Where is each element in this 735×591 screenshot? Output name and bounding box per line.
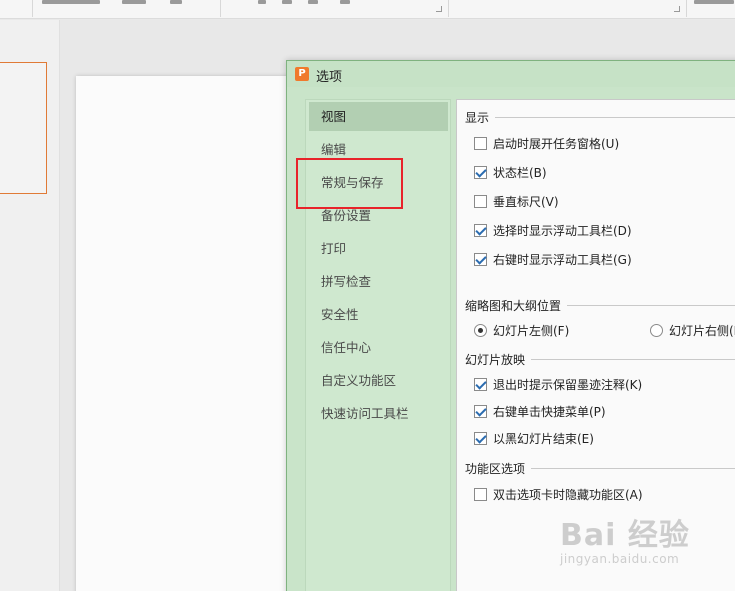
option-thumbnail-left[interactable]: 幻灯片左侧(F) [474,321,569,339]
checkbox-checked[interactable] [474,377,487,391]
option-label: 双击选项卡时隐藏功能区(A) [493,487,643,502]
nav-item-trust-center[interactable]: 信任中心 [309,333,448,362]
option-label: 启动时展开任务窗格(U) [493,136,620,151]
option-label: 退出时提示保留墨迹注释(K) [493,377,643,392]
ribbon-button-fragment[interactable] [308,0,318,4]
checkbox-checked[interactable] [474,404,487,418]
ribbon-separator [32,0,33,17]
option-float-toolbar-on-select[interactable]: 选择时显示浮动工具栏(D) [474,221,632,239]
group-expand-icon[interactable] [436,6,442,12]
slide-thumbnail[interactable] [0,62,47,194]
ribbon-button-fragment[interactable] [282,0,292,4]
option-thumbnail-right[interactable]: 幻灯片右侧(R) [650,321,735,339]
checkbox-checked[interactable] [474,431,487,445]
ribbon-button-fragment[interactable] [694,0,734,4]
nav-item-view[interactable]: 视图 [309,102,448,131]
checkbox-checked[interactable] [474,165,487,179]
option-label: 幻灯片左侧(F) [493,323,570,338]
ribbon-separator [220,0,221,17]
section-title-thumbnail-position: 缩略图和大纲位置 [465,297,568,314]
section-title-slideshow: 幻灯片放映 [465,351,532,368]
section-divider [491,117,735,118]
baidu-jingyan-watermark: Bai 经验 jingyan.baidu.com [560,510,690,566]
option-status-bar[interactable]: 状态栏(B) [474,163,547,181]
nav-item-general-and-save[interactable]: 常规与保存 [309,168,448,197]
checkbox[interactable] [474,194,487,208]
watermark-url: jingyan.baidu.com [560,552,680,566]
option-prompt-keep-ink[interactable]: 退出时提示保留墨迹注释(K) [474,375,642,393]
section-divider [531,468,735,469]
checkbox[interactable] [474,487,487,501]
options-category-nav: 视图 编辑 常规与保存 备份设置 打印 拼写检查 安全性 信任中心 自定义功能区… [305,99,451,591]
section-divider [557,305,735,306]
nav-item-quick-access-toolbar[interactable]: 快速访问工具栏 [309,399,448,428]
section-title-display: 显示 [465,109,496,126]
checkbox-checked[interactable] [474,252,487,266]
option-label: 以黑幻灯片结束(E) [493,431,594,446]
nav-item-backup-settings[interactable]: 备份设置 [309,201,448,230]
watermark-logo-text: Bai 经验 [560,518,690,553]
dialog-titlebar[interactable]: P 选项 [287,61,735,87]
nav-item-customize-ribbon[interactable]: 自定义功能区 [309,366,448,395]
section-title-ribbon-options: 功能区选项 [465,460,532,477]
option-label: 幻灯片右侧(R) [669,323,735,338]
option-vertical-ruler[interactable]: 垂直标尺(V) [474,192,559,210]
option-right-click-menu[interactable]: 右键单击快捷菜单(P) [474,402,606,420]
ribbon-toolbar-fragment [0,0,735,19]
nav-item-print[interactable]: 打印 [309,234,448,263]
option-hide-ribbon-on-double-click[interactable]: 双击选项卡时隐藏功能区(A) [474,485,643,503]
ribbon-button-fragment[interactable] [170,0,182,4]
nav-item-edit[interactable]: 编辑 [309,135,448,164]
group-expand-icon[interactable] [674,6,680,12]
checkbox[interactable] [474,136,487,150]
option-float-toolbar-on-right-click[interactable]: 右键时显示浮动工具栏(G) [474,250,632,268]
option-label: 垂直标尺(V) [493,194,559,209]
ribbon-button-fragment[interactable] [122,0,146,4]
nav-item-security[interactable]: 安全性 [309,300,448,329]
ribbon-separator [448,0,449,17]
option-expand-task-pane[interactable]: 启动时展开任务窗格(U) [474,134,619,152]
option-label: 右键单击快捷菜单(P) [493,404,606,419]
radio[interactable] [650,323,663,337]
radio-selected[interactable] [474,323,487,337]
dialog-title: 选项 [316,70,343,85]
ribbon-button-fragment[interactable] [42,0,100,4]
option-end-with-black-slide[interactable]: 以黑幻灯片结束(E) [474,429,594,447]
option-label: 选择时显示浮动工具栏(D) [493,223,632,238]
section-divider [531,359,735,360]
wps-presentation-app-icon: P [295,67,309,81]
option-label: 右键时显示浮动工具栏(G) [493,252,632,267]
option-label: 状态栏(B) [493,165,547,180]
nav-item-spell-check[interactable]: 拼写检查 [309,267,448,296]
ribbon-separator [686,0,687,17]
ribbon-button-fragment[interactable] [340,0,350,4]
checkbox-checked[interactable] [474,223,487,237]
ribbon-button-fragment[interactable] [258,0,266,4]
slide-thumbnail-pane [0,20,60,591]
